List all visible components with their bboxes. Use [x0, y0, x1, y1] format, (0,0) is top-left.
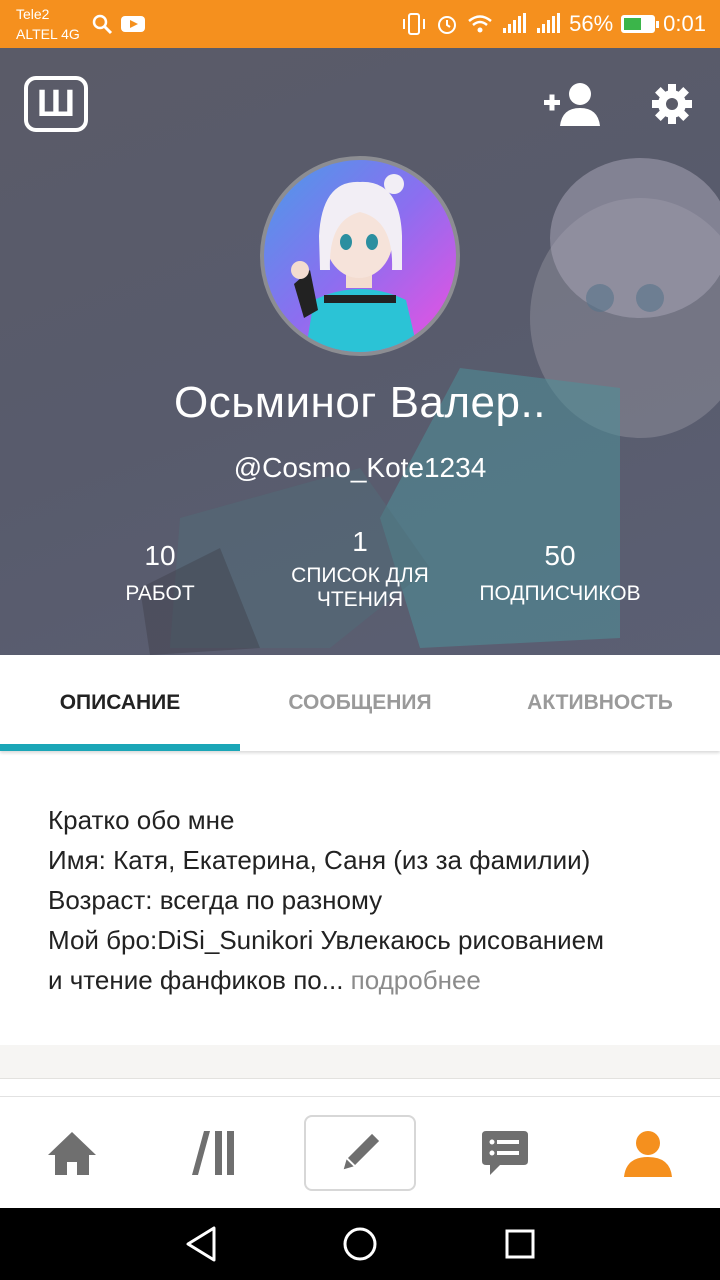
description-line: Возраст: всегда по разному: [48, 885, 383, 915]
followers-label: ПОДПИСЧИКОВ: [479, 582, 641, 605]
profile-header: Ш Осьминог Валер.. @Cosmo_Kote1234 10 РА…: [0, 48, 720, 655]
alarm-icon: [438, 16, 457, 34]
display-name: Осьминог Валер..: [174, 378, 546, 427]
username: @Cosmo_Kote1234: [233, 452, 487, 483]
home-icon: [48, 1132, 96, 1175]
section-divider: [0, 1045, 720, 1079]
description-line: и чтение фанфиков по... подробнее: [48, 960, 688, 1000]
description-line: Мой бро:DiSi_Sunikori Увлекаюсь рисовани…: [48, 925, 604, 955]
battery-percent: 56%: [569, 11, 614, 36]
vibrate-icon: [403, 13, 426, 35]
write-icon: [343, 1133, 380, 1170]
nav-library[interactable]: [160, 1115, 272, 1191]
stat-works[interactable]: 10 РАБОТ: [90, 540, 230, 606]
nav-profile[interactable]: [592, 1115, 704, 1191]
followers-count: 50: [544, 540, 576, 571]
tab-description[interactable]: ОПИСАНИЕ: [0, 655, 240, 751]
read-more-link[interactable]: подробнее: [343, 965, 481, 995]
messages-icon: [482, 1131, 528, 1175]
nav-home[interactable]: [16, 1115, 128, 1191]
reading-lists-label-line1: СПИСОК ДЛЯ: [291, 564, 429, 587]
gear-icon[interactable]: [650, 82, 694, 126]
works-count: 10: [144, 540, 176, 571]
tab-activity[interactable]: АКТИВНОСТЬ: [480, 655, 720, 751]
profile-icon: [624, 1131, 672, 1177]
tab-messages[interactable]: СООБЩЕНИЯ: [240, 655, 480, 751]
stat-followers[interactable]: 50 ПОДПИСЧИКОВ: [460, 540, 660, 606]
stat-reading-lists[interactable]: 1 СПИСОК ДЛЯ ЧТЕНИЯ: [270, 526, 450, 612]
clock: 0:01: [663, 11, 706, 36]
profile-tabs: ОПИСАНИЕ СООБЩЕНИЯ АКТИВНОСТЬ: [0, 655, 720, 751]
youtube-icon: [121, 16, 145, 32]
description-truncated: и чтение фанфиков по...: [48, 965, 344, 995]
back-icon[interactable]: [184, 1226, 218, 1262]
avatar[interactable]: [260, 156, 460, 356]
library-icon: [192, 1131, 234, 1175]
signal-icon: [503, 13, 527, 33]
description-line: Кратко обо мне: [48, 805, 235, 835]
network-type: ALTEL 4G: [16, 26, 80, 42]
bottom-navigation: [0, 1096, 720, 1208]
carrier-info: Tele2 ALTEL 4G: [16, 4, 80, 44]
status-bar: Tele2 ALTEL 4G 56% 0:01: [0, 0, 720, 48]
works-label: РАБОТ: [125, 582, 195, 605]
nav-messages[interactable]: [448, 1115, 560, 1191]
wifi-icon: [468, 15, 492, 33]
system-navigation-bar: [0, 1208, 720, 1280]
battery-icon: [621, 15, 660, 33]
wattpad-logo[interactable]: Ш: [24, 76, 88, 132]
reading-lists-label-line2: ЧТЕНИЯ: [316, 588, 404, 611]
home-button-icon[interactable]: [342, 1226, 378, 1262]
logo-letter: Ш: [36, 82, 76, 125]
add-user-icon[interactable]: [542, 80, 604, 128]
search-icon: [92, 14, 113, 35]
nav-write[interactable]: [304, 1115, 416, 1191]
profile-description: Кратко обо мне Имя: Катя, Екатерина, Сан…: [48, 800, 688, 1000]
battery-level: [624, 18, 641, 30]
avatar-illustration: [291, 174, 419, 352]
carrier-name: Tele2: [16, 6, 50, 22]
description-line: Имя: Катя, Екатерина, Саня (из за фамили…: [48, 845, 591, 875]
recents-icon[interactable]: [504, 1228, 536, 1260]
signal-icon: [537, 13, 561, 33]
reading-lists-count: 1: [352, 526, 368, 557]
